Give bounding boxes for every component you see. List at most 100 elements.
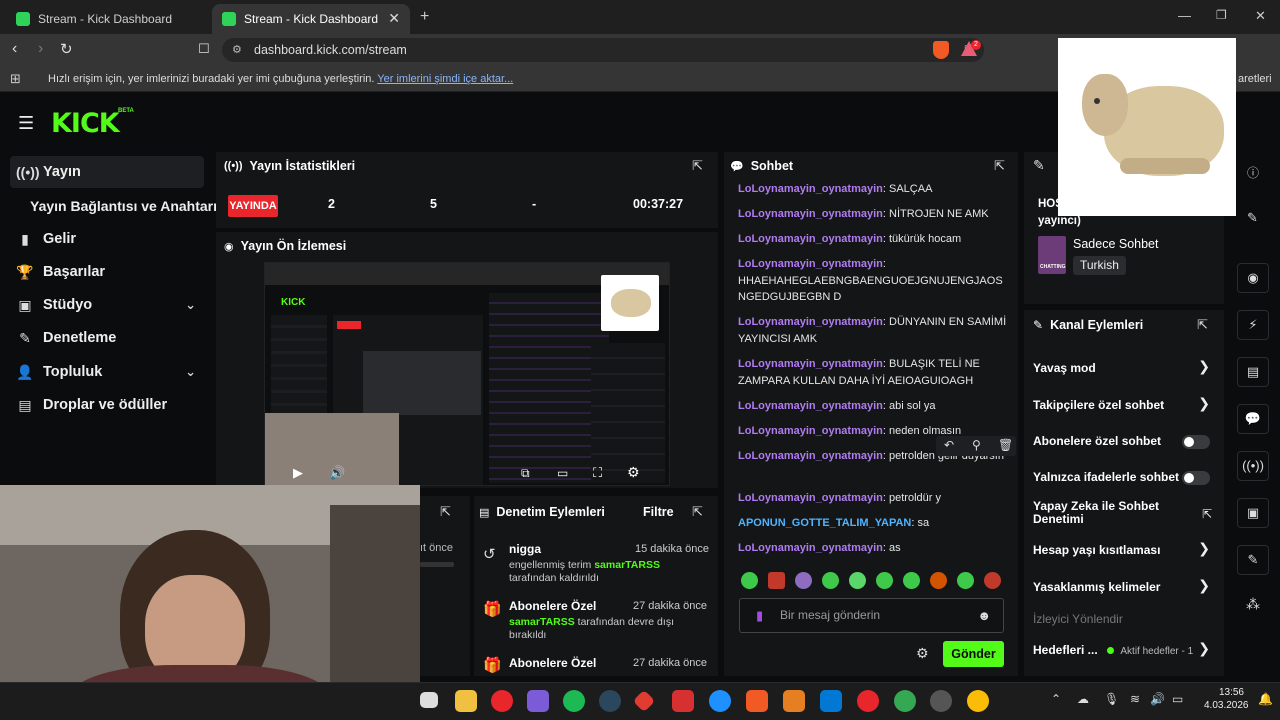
minimize-icon[interactable]: —	[1178, 8, 1191, 23]
emote-icon[interactable]	[849, 572, 866, 589]
popout-icon[interactable]: ⇱	[1197, 317, 1208, 333]
share-nodes-icon[interactable]: ⁂	[1246, 596, 1260, 613]
back-icon[interactable]: ‹	[12, 40, 17, 58]
chat-message[interactable]: LoLoynamayin_oynatmayin: as	[738, 540, 1008, 557]
chrome-icon[interactable]	[894, 690, 916, 712]
pip-icon[interactable]: ⧉	[521, 466, 530, 481]
sidebar-item-gelir[interactable]: ▮ Gelir	[10, 223, 204, 255]
brave-icon[interactable]	[746, 690, 768, 712]
emote-icon[interactable]	[984, 572, 1001, 589]
emote-icon[interactable]	[876, 572, 893, 589]
apps-grid-icon[interactable]: ⊞	[10, 66, 21, 92]
reply-icon[interactable]: ↶	[944, 438, 954, 452]
tray-app-icon[interactable]: ☁	[1077, 692, 1089, 706]
emote-only-item[interactable]: Yalnızca ifadelerle sohbet	[1033, 470, 1218, 485]
site-info-icon[interactable]: ⚙	[232, 38, 242, 62]
followers-only-item[interactable]: Takipçilere özel sohbet ❯	[1033, 395, 1218, 412]
chat-message[interactable]: APONUN_GOTTE_TALIM_YAPAN: sa	[738, 515, 1008, 532]
vivaldi-icon[interactable]	[857, 690, 879, 712]
rail-wrench-button[interactable]: ✎	[1237, 545, 1269, 575]
delete-icon[interactable]: 🗑	[998, 438, 1013, 452]
emote-icon[interactable]	[822, 572, 839, 589]
stream-preview-video[interactable]: KICK ▶ 🔊 ⧉ ▭ ⛶ ⚙	[264, 262, 670, 486]
wifi-icon[interactable]: ≋	[1130, 692, 1140, 706]
maximize-icon[interactable]: ❐	[1216, 8, 1227, 22]
vscode-icon[interactable]	[820, 690, 842, 712]
notifications-icon[interactable]: 🔔	[1258, 692, 1273, 706]
emote-icon[interactable]	[930, 572, 947, 589]
clock[interactable]: 13:56 4.03.2026	[1204, 686, 1249, 712]
kick-logo[interactable]: KICK	[51, 108, 120, 139]
category-name[interactable]: Sadece Sohbet	[1073, 237, 1159, 251]
volume-icon[interactable]: 🔊	[329, 465, 345, 481]
rail-preview-button[interactable]: ◉	[1237, 263, 1269, 293]
browser-tab[interactable]: Stream - Kick Dashboard	[6, 4, 210, 34]
rail-chat-button[interactable]: 💬	[1237, 404, 1269, 434]
emote-icon[interactable]	[795, 572, 812, 589]
emote-icon[interactable]	[957, 572, 974, 589]
play-icon[interactable]: ▶	[293, 465, 303, 481]
tray-chevron-icon[interactable]: ⌃	[1051, 692, 1061, 706]
popout-icon[interactable]: ⇱	[440, 504, 451, 520]
sidebar-item-topluluk[interactable]: 👤 Topluluk ⌄	[10, 356, 204, 388]
chat-input[interactable]: ▮ Bir mesaj gönderin ☻	[739, 598, 1004, 633]
reload-icon[interactable]: ↻	[60, 40, 73, 58]
chat-message[interactable]: LoLoynamayin_oynatmayin: SALÇAA	[738, 181, 1008, 198]
chrome-dev-icon[interactable]	[967, 690, 989, 712]
rail-layout-button[interactable]: ▣	[1237, 498, 1269, 528]
popout-icon[interactable]: ⇱	[994, 158, 1005, 174]
external-link-icon[interactable]: ⇱	[1202, 507, 1212, 521]
chat-message[interactable]: LoLoynamayin_oynatmayin: BULAŞIK TELİ NE…	[738, 356, 1008, 389]
chat-message[interactable]: LoLoynamayin_oynatmayin: abi sol ya	[738, 398, 1008, 415]
taskbar-app-icon[interactable]	[420, 692, 438, 708]
close-tab-icon[interactable]: ✕	[388, 10, 400, 27]
battery-icon[interactable]: ▭	[1172, 692, 1183, 706]
brave-shield-icon[interactable]	[933, 41, 949, 59]
browser-tab-active[interactable]: Stream - Kick Dashboard ✕	[212, 4, 410, 34]
slow-mode-item[interactable]: Yavaş mod ❯	[1033, 358, 1218, 375]
fullscreen-icon[interactable]: ⛶	[593, 465, 602, 481]
app-icon[interactable]	[672, 690, 694, 712]
settings-icon[interactable]: ⚙	[627, 464, 640, 481]
emote-icon[interactable]	[741, 572, 758, 589]
window-close-icon[interactable]: ✕	[1255, 8, 1266, 24]
subs-only-toggle[interactable]	[1182, 435, 1210, 449]
goals-item[interactable]: Hedefleri ... Aktif hedefler - 1 ❯	[1033, 640, 1218, 657]
emote-icon[interactable]	[768, 572, 785, 589]
chat-message[interactable]: LoLoynamayin_oynatmayin: HHAEHAHEGLAEBNG…	[738, 256, 1008, 306]
theater-icon[interactable]: ▭	[557, 466, 568, 480]
ai-moderation-item[interactable]: Yapay Zeka ile Sohbet Denetimi	[1033, 500, 1183, 526]
account-age-item[interactable]: Hesap yaşı kısıtlaması ❯	[1033, 540, 1218, 557]
chat-message[interactable]: LoLoynamayin_oynatmayin: NİTROJEN NE AMK	[738, 206, 1008, 223]
emote-only-toggle[interactable]	[1182, 471, 1210, 485]
emote-icon[interactable]	[903, 572, 920, 589]
import-bookmarks-link[interactable]: Yer imlerini şimdi içe aktar...	[377, 73, 513, 85]
send-button[interactable]: Gönder	[943, 641, 1004, 667]
edge-icon[interactable]	[709, 690, 731, 712]
sidebar-item-basarilar[interactable]: 🏆 Başarılar	[10, 256, 204, 288]
banned-words-item[interactable]: Yasaklanmış kelimeler ❯	[1033, 577, 1218, 594]
copilot-icon[interactable]	[527, 690, 549, 712]
file-explorer-icon[interactable]	[455, 690, 477, 712]
filter-button[interactable]: Filtre	[643, 505, 674, 519]
sidebar-item-yayin[interactable]: ((•)) Yayın	[10, 156, 204, 188]
pin-icon[interactable]: ⚲	[972, 438, 981, 452]
volume-tray-icon[interactable]: 🔊	[1150, 692, 1165, 706]
bookmark-icon[interactable]: ☐	[198, 41, 210, 57]
rail-notes-button[interactable]: ▤	[1237, 357, 1269, 387]
new-tab-button[interactable]: +	[420, 8, 429, 26]
url-input[interactable]: ⚙ dashboard.kick.com/stream ⇱	[222, 38, 984, 62]
chat-message[interactable]: LoLoynamayin_oynatmayin: DÜNYANIN EN SAM…	[738, 314, 1008, 347]
opera-icon[interactable]	[491, 690, 513, 712]
mic-icon[interactable]: ▮	[756, 599, 763, 632]
rail-lightning-button[interactable]: ⚡	[1237, 310, 1269, 340]
popout-icon[interactable]: ⇱	[692, 158, 703, 174]
menu-icon[interactable]: ☰	[18, 113, 34, 134]
chat-message[interactable]: LoLoynamayin_oynatmayin: petroldür y	[738, 490, 1008, 507]
sidebar-item-stream-key[interactable]: Yayın Bağlantısı ve Anahtarı	[24, 190, 218, 222]
edit-icon[interactable]: ✎	[1247, 210, 1258, 226]
spotify-icon[interactable]	[563, 690, 585, 712]
steam-icon[interactable]	[599, 690, 621, 712]
emoji-icon[interactable]: ☻	[977, 599, 991, 632]
subs-only-item[interactable]: Abonelere özel sohbet	[1033, 434, 1218, 449]
